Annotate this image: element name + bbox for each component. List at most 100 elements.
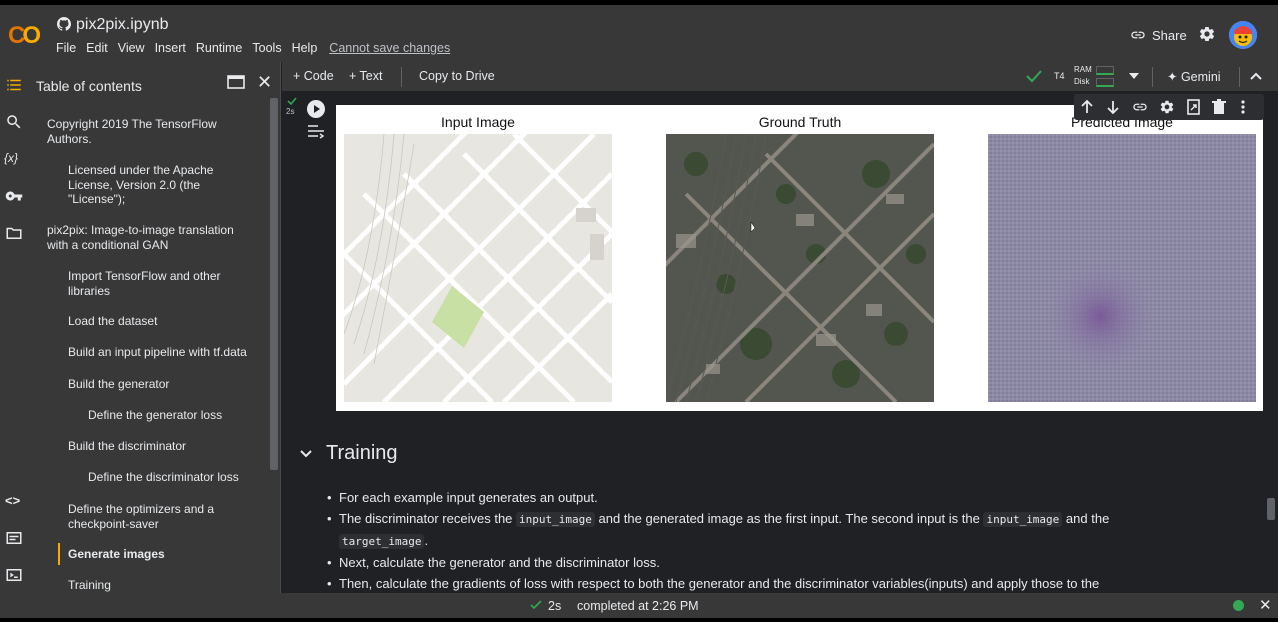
cell-output: Input Image Ground Truth Predicted Image xyxy=(336,105,1263,411)
bullet-2-text-c: and the xyxy=(1062,511,1110,526)
variables-icon[interactable]: {x} xyxy=(4,151,22,169)
key-icon[interactable] xyxy=(5,187,23,205)
link-icon[interactable] xyxy=(1132,99,1148,115)
toc-item-load-dataset[interactable]: Load the dataset xyxy=(68,314,258,329)
status-check-icon xyxy=(530,600,542,610)
menu-view[interactable]: View xyxy=(118,41,145,55)
share-label: Share xyxy=(1152,27,1187,43)
toc-active-indicator xyxy=(58,543,60,565)
code-snippets-icon[interactable]: <> xyxy=(5,493,23,511)
bullet-1: For each example input generates an outp… xyxy=(327,487,1169,508)
bullet-2-text-a: The discriminator receives the xyxy=(339,511,517,526)
side-icon-rail: {x} <> xyxy=(0,62,28,593)
toc-item-import[interactable]: Import TensorFlow and other libraries xyxy=(68,269,238,298)
share-button[interactable]: Share xyxy=(1130,27,1187,43)
main-scrollbar[interactable] xyxy=(1267,498,1275,520)
sparkle-icon: ✦ xyxy=(1167,70,1181,84)
command-palette-icon[interactable] xyxy=(5,529,23,547)
bullet-2-text-b: and the generated image as the first inp… xyxy=(594,511,984,526)
link-icon xyxy=(1131,31,1145,39)
close-icon[interactable]: ✕ xyxy=(257,72,272,93)
add-code-button[interactable]: + Code xyxy=(293,69,334,83)
toc-list-icon[interactable] xyxy=(5,76,23,94)
delete-icon[interactable] xyxy=(1212,99,1226,115)
settings-gear-icon[interactable] xyxy=(1198,25,1216,43)
exec-check-icon xyxy=(287,97,297,106)
github-icon xyxy=(57,17,71,31)
header: CO pix2pix.ipynb File Edit View Insert R… xyxy=(0,5,1278,62)
bullet-2-text-d: . xyxy=(424,533,429,548)
move-up-icon[interactable] xyxy=(1080,99,1094,115)
menu-edit[interactable]: Edit xyxy=(86,41,108,55)
copy-to-drive-button[interactable]: Copy to Drive xyxy=(419,69,495,83)
output-options-icon[interactable] xyxy=(307,124,325,140)
search-icon[interactable] xyxy=(5,113,23,131)
code-target-image: target_image xyxy=(339,534,425,549)
chevron-down-icon[interactable] xyxy=(1129,72,1139,80)
notebook-toolbar: + Code + Text Copy to Drive T4 RAM Disk … xyxy=(282,62,1278,91)
menu-runtime[interactable]: Runtime xyxy=(196,41,243,55)
toc-title: Table of contents xyxy=(36,78,142,94)
disk-bar xyxy=(1096,78,1114,87)
disk-label: Disk xyxy=(1074,77,1090,86)
toc-item-build-generator[interactable]: Build the generator xyxy=(68,377,258,392)
gemini-button[interactable]: ✦ Gemini xyxy=(1167,69,1221,84)
mirror-cell-icon[interactable] xyxy=(1186,99,1202,115)
resource-indicator[interactable]: RAM Disk xyxy=(1074,64,1092,88)
input-image-title: Input Image xyxy=(441,114,515,130)
toc-item-input-pipeline[interactable]: Build an input pipeline with tf.data xyxy=(68,345,268,360)
toc-item-training[interactable]: Training xyxy=(68,578,258,593)
toc-item-generator-loss[interactable]: Define the generator loss xyxy=(88,408,268,423)
toolbar-divider xyxy=(401,67,402,87)
close-status-icon[interactable]: ✕ xyxy=(1259,596,1272,614)
gear-icon[interactable] xyxy=(1159,99,1175,115)
cannot-save-link[interactable]: Cannot save changes xyxy=(329,41,450,55)
plus-icon: + xyxy=(349,69,360,83)
plus-icon: + xyxy=(293,69,304,83)
more-options-icon[interactable] xyxy=(1240,99,1246,115)
run-cell-icon[interactable] xyxy=(306,99,326,119)
menu-insert[interactable]: Insert xyxy=(155,41,186,55)
bullet-2: The discriminator receives the input_ima… xyxy=(327,508,1169,552)
move-down-icon[interactable] xyxy=(1106,99,1120,115)
bottom-strip xyxy=(0,618,1278,622)
cell-gutter: 2s xyxy=(282,91,336,411)
toc-item-copyright[interactable]: Copyright 2019 The TensorFlow Authors. xyxy=(47,117,237,146)
menu-file[interactable]: File xyxy=(56,41,76,55)
chevron-up-icon[interactable] xyxy=(1250,72,1262,80)
input-map-image xyxy=(344,134,612,402)
toc-scrollbar[interactable] xyxy=(270,98,278,470)
folder-icon[interactable] xyxy=(5,224,23,242)
notebook-main: 2s Input Image Ground Truth Predicted Im… xyxy=(282,91,1278,594)
terminal-icon[interactable] xyxy=(5,566,23,584)
toolbar-divider xyxy=(1152,67,1153,87)
gemini-label: Gemini xyxy=(1180,70,1221,84)
toc-item-build-discriminator[interactable]: Build the discriminator xyxy=(68,439,258,454)
open-in-window-icon[interactable] xyxy=(227,74,245,90)
status-bar: 2s completed at 2:26 PM ✕ xyxy=(0,593,1278,618)
add-text-label: Text xyxy=(359,69,383,83)
toc-item-optimizers[interactable]: Define the optimizers and a checkpoint-s… xyxy=(68,502,233,531)
section-title: Training xyxy=(326,442,398,464)
menu-tools[interactable]: Tools xyxy=(252,41,281,55)
notebook-title[interactable]: pix2pix.ipynb xyxy=(76,16,169,34)
bullet-3: Next, calculate the generator and the di… xyxy=(327,552,1169,573)
toc-item-license[interactable]: Licensed under the Apache License, Versi… xyxy=(68,163,228,207)
ground-truth-title: Ground Truth xyxy=(758,114,842,130)
toc-item-discriminator-loss[interactable]: Define the discriminator loss xyxy=(88,470,268,485)
add-code-label: Code xyxy=(303,69,334,83)
training-section-header[interactable]: Training xyxy=(300,442,398,465)
menubar: File Edit View Insert Runtime Tools Help… xyxy=(56,41,460,55)
runtime-type[interactable]: T4 xyxy=(1054,71,1065,81)
chevron-down-icon[interactable] xyxy=(300,449,312,458)
toc-item-generate-images[interactable]: Generate images xyxy=(68,547,258,562)
menu-help[interactable]: Help xyxy=(292,41,318,55)
exec-time: 2s xyxy=(286,107,295,116)
cell-toolbar xyxy=(1074,94,1264,120)
avatar[interactable] xyxy=(1229,21,1257,49)
add-text-button[interactable]: + Text xyxy=(349,69,382,83)
colab-logo[interactable]: CO xyxy=(8,22,41,50)
toc-item-pix2pix[interactable]: pix2pix: Image-to-image translation with… xyxy=(47,223,252,252)
status-time: 2s xyxy=(548,599,562,613)
ram-label: RAM xyxy=(1074,65,1092,74)
